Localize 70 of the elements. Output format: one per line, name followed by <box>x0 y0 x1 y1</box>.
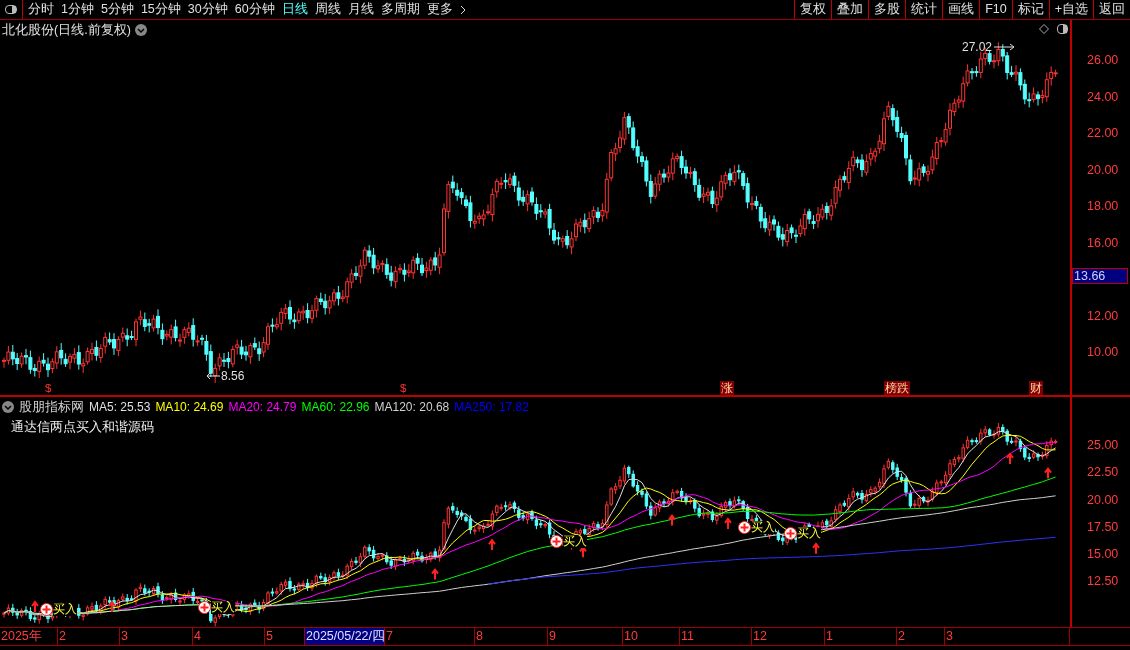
event-marker[interactable]: 榜跌 <box>884 381 910 395</box>
indicator-tick: 22.50 <box>1087 464 1119 482</box>
date-axis-label: 3 <box>120 628 193 645</box>
period-tab[interactable]: 1分钟 <box>61 0 94 19</box>
date-axis-label: 8 <box>475 628 548 645</box>
chart-title: 北化股份(日线.前复权) <box>2 22 131 39</box>
toolbar-button[interactable]: 叠加 <box>831 0 869 19</box>
period-tab[interactable]: 60分钟 <box>234 0 275 19</box>
date-axis-label: 4 <box>193 628 265 645</box>
price-tick: 18.00 <box>1087 198 1119 215</box>
period-tab[interactable]: 多周期 <box>380 0 420 19</box>
period-tab[interactable]: 分时 <box>28 0 54 19</box>
date-axis-label: 12 <box>752 628 825 645</box>
price-tick: 26.00 <box>1087 52 1119 69</box>
date-axis-label: 2025/05/22/四 <box>305 628 385 645</box>
buy-signal-label: 买入 <box>211 601 235 614</box>
low-price-label: 8.56 <box>221 368 245 385</box>
period-tab[interactable]: 日线 <box>281 0 308 19</box>
ma-legend-label: MA250: 17.82 <box>454 399 529 417</box>
toolbar-button[interactable]: 复权 <box>794 0 832 19</box>
date-axis-label: 1 <box>825 628 897 645</box>
price-tick: 16.00 <box>1087 234 1119 252</box>
date-axis-label: 2 <box>897 628 945 645</box>
ma-legend-label: MA120: 20.68 <box>374 399 450 417</box>
ma-legend-label: MA5: 25.53 <box>89 399 151 417</box>
buy-signal-label: 买入 <box>53 603 77 616</box>
buy-signal-label: 买入 <box>751 521 775 534</box>
event-marker[interactable]: $ <box>44 381 53 395</box>
period-tab[interactable]: 更多 <box>426 0 453 19</box>
date-axis-label: 3 <box>945 628 1070 645</box>
price-tick: 12.00 <box>1087 307 1119 325</box>
indicator-subtitle: 通达信两点买入和谐源码 <box>11 419 154 436</box>
toolbar-button[interactable]: 画线 <box>942 0 980 19</box>
indicator-tick: 20.00 <box>1087 491 1119 509</box>
high-price-label: 27.02 <box>962 39 993 56</box>
period-tab[interactable]: 周线 <box>314 0 341 19</box>
price-tick: 10.00 <box>1087 344 1119 361</box>
indicator-tick: 12.50 <box>1087 573 1119 591</box>
toolbar-button[interactable]: 返回 <box>1093 0 1130 19</box>
indicator-name: 股朋指标网 <box>19 399 84 416</box>
indicator-tick: 25.00 <box>1087 437 1119 454</box>
toolbar-button[interactable]: 统计 <box>905 0 943 19</box>
date-axis-label: 2025年 <box>0 628 58 645</box>
date-axis-label: 9 <box>548 628 623 645</box>
buy-signal-label: 买入 <box>563 535 587 548</box>
current-price-tag: 13.66 <box>1072 268 1128 284</box>
price-tick: 22.00 <box>1087 125 1119 142</box>
toolbar-button[interactable]: 标记 <box>1011 0 1049 19</box>
price-tick: 24.00 <box>1087 88 1119 106</box>
date-axis-label: 10 <box>623 628 680 645</box>
indicator-tick: 15.00 <box>1087 546 1119 563</box>
buy-signal-label: 买入 <box>797 527 821 540</box>
event-marker[interactable]: 涨 <box>720 381 734 395</box>
event-marker[interactable]: 财 <box>1029 381 1043 395</box>
date-axis-label: 7 <box>385 628 475 645</box>
toolbar-button[interactable]: +自选 <box>1048 0 1093 19</box>
date-axis-label: 11 <box>680 628 752 645</box>
ma-legend-label: MA20: 24.79 <box>228 399 297 417</box>
ma-legend-label: MA10: 24.69 <box>155 399 224 417</box>
period-tab[interactable]: 15分钟 <box>140 0 181 19</box>
period-tab[interactable]: 月线 <box>347 0 374 19</box>
date-axis-label: 2 <box>58 628 120 645</box>
indicator-tick: 17.50 <box>1087 518 1119 536</box>
period-tab[interactable]: 30分钟 <box>187 0 228 19</box>
period-tab[interactable]: 5分钟 <box>100 0 134 19</box>
toolbar-button[interactable]: 多股 <box>868 0 906 19</box>
price-tick: 20.00 <box>1087 161 1119 179</box>
toolbar-button[interactable]: F10 <box>979 0 1012 19</box>
event-marker[interactable]: $ <box>399 381 408 395</box>
ma-legend-label: MA60: 22.96 <box>301 399 370 417</box>
